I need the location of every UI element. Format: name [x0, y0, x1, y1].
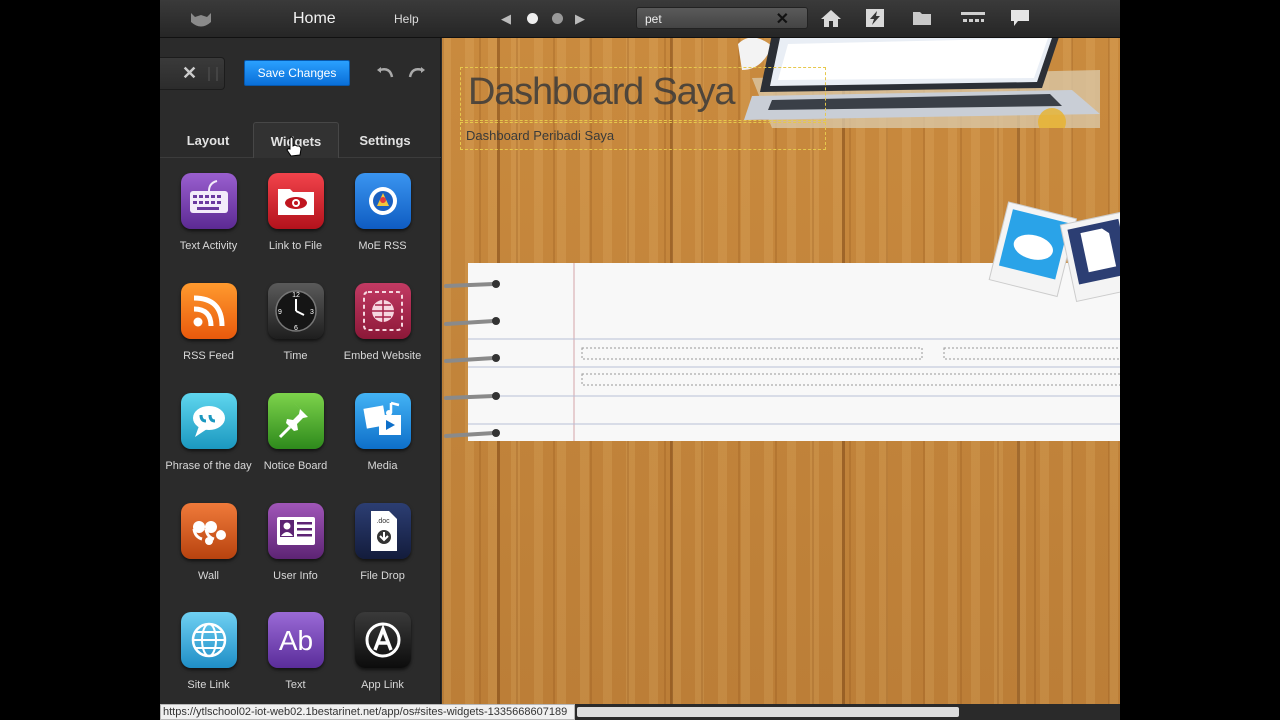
widget-label: Link to File — [268, 240, 323, 252]
svg-text:Ab: Ab — [278, 625, 312, 656]
tab-layout[interactable]: Layout — [170, 122, 246, 158]
doc-download-icon: .doc — [354, 503, 411, 559]
tab-settings[interactable]: Settings — [344, 122, 426, 158]
widget-embed-website[interactable]: Embed Website — [339, 283, 426, 363]
flash-icon[interactable] — [864, 8, 886, 28]
app-frame: Home Help ◀ ▶ ✕ ✕ — [160, 0, 1120, 720]
search-box: ✕ — [636, 7, 808, 29]
widget-label: User Info — [273, 570, 318, 582]
widget-site-link[interactable]: Site Link — [165, 612, 252, 692]
clock-icon: 12 3 6 9 — [267, 283, 324, 339]
clear-search-icon[interactable]: ✕ — [776, 9, 789, 29]
widget-label: MoE RSS — [358, 240, 407, 252]
svg-text:6: 6 — [294, 325, 298, 332]
search-input[interactable] — [645, 11, 765, 26]
app-logo-icon[interactable] — [188, 9, 214, 29]
app-a-icon — [354, 612, 411, 668]
help-link[interactable]: Help — [394, 12, 419, 26]
hand-cursor-icon — [286, 136, 302, 157]
widget-label: Wall — [198, 570, 219, 582]
globe-frame-icon — [354, 283, 411, 339]
dashboard-canvas[interactable]: Dashboard Saya Dashboard Peribadi Saya — [442, 38, 1120, 704]
widget-file-drop[interactable]: .doc File Drop — [339, 503, 426, 583]
widget-wall[interactable]: Wall — [165, 503, 252, 583]
widget-label: Text Activity — [179, 240, 238, 252]
page-dot[interactable] — [552, 13, 563, 24]
widget-label: Embed Website — [343, 350, 422, 362]
next-arrow-icon[interactable]: ▶ — [575, 11, 585, 27]
widget-phrase-of-the-day[interactable]: Phrase of the day — [165, 393, 252, 473]
speech-bubble-icon — [180, 393, 237, 449]
pushpin-icon — [267, 393, 324, 449]
widget-notice-board[interactable]: Notice Board — [252, 393, 339, 473]
drag-grip-icon[interactable] — [208, 67, 218, 81]
page-dot-active[interactable] — [527, 13, 538, 24]
svg-text:3: 3 — [310, 309, 314, 316]
redo-icon[interactable] — [406, 62, 426, 82]
svg-text:12: 12 — [292, 292, 300, 299]
widget-moe-rss[interactable]: MoE RSS — [339, 173, 426, 253]
folder-icon[interactable] — [911, 8, 933, 28]
globe-icon — [180, 612, 237, 668]
widget-media[interactable]: Media — [339, 393, 426, 473]
widgets-panel: ✕ Save Changes Layout Widgets Settings T… — [160, 38, 441, 720]
polaroid-photos — [988, 201, 1120, 302]
house-icon[interactable] — [820, 8, 842, 28]
widget-label: Phrase of the day — [165, 460, 252, 472]
widget-label: Media — [367, 460, 398, 472]
scrollbar-thumb[interactable] — [577, 707, 959, 717]
home-link[interactable]: Home — [293, 10, 336, 28]
moe-badge-icon — [354, 173, 411, 229]
keyboard-toggle-icon[interactable] — [960, 8, 986, 28]
eye-folder-icon — [267, 173, 324, 229]
widget-label: Notice Board — [263, 460, 328, 472]
svg-text:9: 9 — [278, 309, 282, 316]
widget-label: App Link — [361, 679, 404, 691]
svg-text:.doc: .doc — [376, 518, 390, 525]
top-bar: Home Help ◀ ▶ ✕ — [160, 0, 1120, 38]
spiral-rings — [444, 280, 500, 438]
widget-text[interactable]: Ab Text — [252, 612, 339, 692]
widget-text-activity[interactable]: Text Activity — [165, 173, 252, 253]
id-card-icon — [267, 503, 324, 559]
widget-label: RSS Feed — [183, 350, 234, 362]
widget-rss-feed[interactable]: RSS Feed — [165, 283, 252, 363]
chat-bubble-icon[interactable] — [1009, 8, 1031, 28]
save-changes-button[interactable]: Save Changes — [244, 60, 350, 86]
status-url: https://ytlschool02-iot-web02.1bestarine… — [160, 704, 575, 720]
close-panel-button[interactable]: ✕ — [160, 57, 225, 90]
undo-icon[interactable] — [376, 62, 396, 82]
widget-label: Text — [285, 679, 306, 691]
ab-text-icon: Ab — [267, 612, 324, 668]
page-subtitle[interactable]: Dashboard Peribadi Saya — [466, 128, 614, 143]
widget-time[interactable]: 12 3 6 9 Time — [252, 283, 339, 363]
prev-arrow-icon[interactable]: ◀ — [501, 11, 511, 27]
horizontal-scrollbar[interactable] — [575, 704, 1120, 720]
widget-app-link[interactable]: App Link — [339, 612, 426, 692]
widget-label: Time — [283, 350, 308, 362]
widget-user-info[interactable]: User Info — [252, 503, 339, 583]
media-icon — [354, 393, 411, 449]
rss-icon — [180, 283, 237, 339]
widget-label: Site Link — [187, 679, 230, 691]
close-icon: ✕ — [182, 63, 198, 83]
widget-link-to-file[interactable]: Link to File — [252, 173, 339, 253]
quote-icon — [180, 503, 237, 559]
page-title[interactable]: Dashboard Saya — [468, 71, 735, 114]
keyboard-icon — [180, 173, 237, 229]
widget-label: File Drop — [360, 570, 405, 582]
